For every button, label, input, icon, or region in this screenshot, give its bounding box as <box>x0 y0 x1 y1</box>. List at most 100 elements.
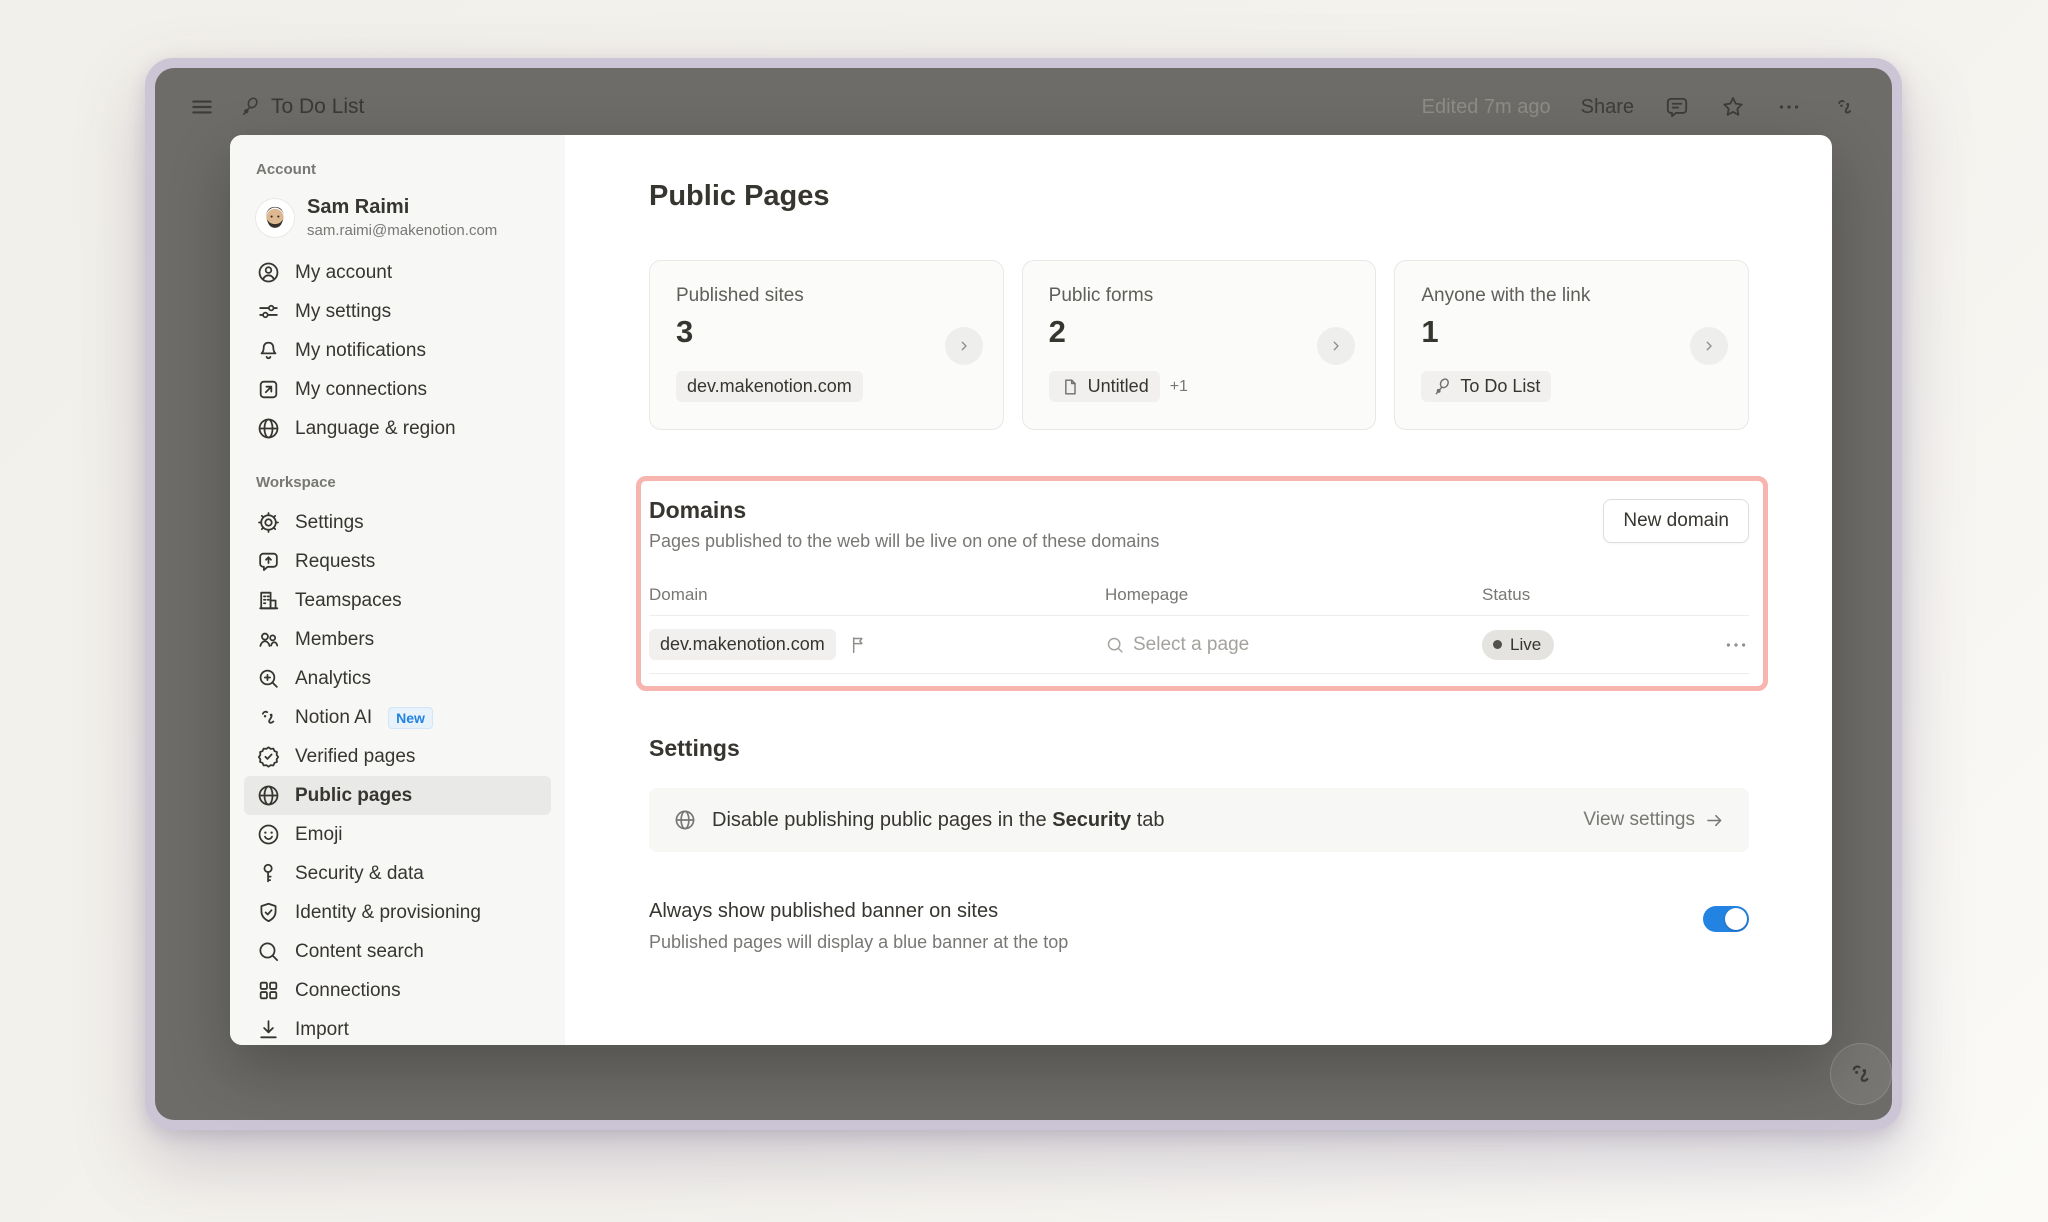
sidebar-item-label: Identity & provisioning <box>295 902 481 924</box>
notion-ai-icon[interactable] <box>1832 94 1858 120</box>
magnify-plus-icon <box>256 666 281 691</box>
avatar <box>256 199 294 237</box>
summary-card: Anyone with the link 1 To Do List <box>1394 260 1749 430</box>
domain-chip[interactable]: dev.makenotion.com <box>649 629 836 660</box>
building-icon <box>256 588 281 613</box>
domains-table-rows: dev.makenotion.comSelect a pageLive <box>649 616 1749 674</box>
notion-ai-floating-button[interactable] <box>1830 1043 1892 1105</box>
security-setting-row: Disable publishing public pages in the S… <box>649 788 1749 852</box>
chat-up-icon <box>256 549 281 574</box>
card-label: Published sites <box>676 285 977 307</box>
sidebar-item-verified-pages[interactable]: Verified pages <box>244 737 551 776</box>
public-pages-panel: Public Pages Published sites 3 dev.makenot… <box>565 135 1832 1045</box>
sidebar-item-label: Analytics <box>295 668 371 690</box>
arrow-up-right-box-icon <box>256 377 281 402</box>
sidebar-item-import[interactable]: Import <box>244 1010 551 1045</box>
domains-section-highlight: Domains Pages published to the web will … <box>636 476 1768 691</box>
grid-icon <box>256 978 281 1003</box>
sidebar-section-account-label: Account <box>244 161 551 178</box>
more-icon[interactable] <box>1776 94 1802 120</box>
user-name: Sam Raimi <box>307 196 497 219</box>
sidebar-item-label: Content search <box>295 941 424 963</box>
card-chevron-button[interactable] <box>945 327 983 365</box>
domains-title: Domains <box>649 497 1159 524</box>
sidebar-item-label: Settings <box>295 512 364 534</box>
sidebar-item-security-data[interactable]: Security & data <box>244 854 551 893</box>
domains-table: Domain Homepage Status dev.makenotion.co… <box>649 574 1749 674</box>
panel-title: Public Pages <box>649 180 1749 213</box>
sidebar-item-members[interactable]: Members <box>244 620 551 659</box>
sidebar-workspace-items: Settings Requests Teamspaces Members Analyti… <box>244 503 551 1045</box>
card-chip[interactable]: Untitled <box>1049 371 1160 402</box>
card-count: 3 <box>676 314 977 350</box>
card-chip[interactable]: To Do List <box>1421 371 1551 402</box>
card-count: 1 <box>1421 314 1722 350</box>
sidebar-item-identity-provisioning[interactable]: Identity & provisioning <box>244 893 551 932</box>
security-setting-text: Disable publishing public pages in the S… <box>712 809 1165 832</box>
key-icon <box>256 861 281 886</box>
sidebar-item-label: Security & data <box>295 863 424 885</box>
new-badge: New <box>388 707 433 729</box>
new-domain-button[interactable]: New domain <box>1603 499 1749 543</box>
sidebar-item-settings[interactable]: Settings <box>244 503 551 542</box>
notion-ai-icon <box>1845 1058 1877 1090</box>
sidebar-item-label: Verified pages <box>295 746 415 768</box>
sidebar-item-label: Connections <box>295 980 401 1002</box>
sidebar-item-my-connections[interactable]: My connections <box>244 370 551 409</box>
sidebar-item-label: Teamspaces <box>295 590 402 612</box>
sidebar-item-label: My notifications <box>295 340 426 362</box>
racket-icon <box>1432 377 1452 397</box>
card-chevron-button[interactable] <box>1690 327 1728 365</box>
hamburger-menu-icon[interactable] <box>189 94 215 120</box>
card-chip-label: To Do List <box>1460 376 1540 397</box>
import-icon <box>256 1017 281 1042</box>
sidebar-item-my-settings[interactable]: My settings <box>244 292 551 331</box>
sidebar-item-label: Emoji <box>295 824 343 846</box>
notion-ai-icon <box>256 705 281 730</box>
banner-toggle[interactable] <box>1703 906 1749 932</box>
summary-card: Public forms2Untitled+1 <box>1022 260 1377 430</box>
sidebar-item-my-notifications[interactable]: My notifications <box>244 331 551 370</box>
row-more-icon[interactable] <box>1723 632 1749 658</box>
sidebar-item-my-account[interactable]: My account <box>244 253 551 292</box>
star-icon[interactable] <box>1720 94 1746 120</box>
share-button[interactable]: Share <box>1581 96 1634 119</box>
sidebar-item-requests[interactable]: Requests <box>244 542 551 581</box>
sidebar-item-label: My settings <box>295 301 391 323</box>
sidebar-item-language-region[interactable]: Language & region <box>244 409 551 448</box>
homepage-select-input[interactable]: Select a page <box>1105 634 1482 656</box>
settings-modal: Account Sam Raimi sam.raimi@makenotion.c… <box>230 135 1832 1045</box>
comment-icon[interactable] <box>1664 94 1690 120</box>
card-label: Anyone with the link <box>1421 285 1722 307</box>
sidebar-item-label: Members <box>295 629 374 651</box>
settings-section-title: Settings <box>649 735 1749 762</box>
sidebar-item-emoji[interactable]: Emoji <box>244 815 551 854</box>
card-label: Public forms <box>1049 285 1350 307</box>
sidebar-item-public-pages[interactable]: Public pages <box>244 776 551 815</box>
sidebar-item-analytics[interactable]: Analytics <box>244 659 551 698</box>
sidebar-item-connections[interactable]: Connections <box>244 971 551 1010</box>
card-chip[interactable]: dev.makenotion.com <box>676 371 863 402</box>
summary-cards: Published sites 3 dev.makenotion.com Public… <box>649 260 1749 430</box>
globe-icon <box>673 808 697 832</box>
sidebar-account-items: My account My settings My notifications My … <box>244 253 551 448</box>
page-title-chip[interactable]: To Do List <box>239 95 364 119</box>
sidebar-user-card[interactable]: Sam Raimi sam.raimi@makenotion.com <box>244 190 551 253</box>
sidebar-item-notion-ai[interactable]: Notion AINew <box>244 698 551 737</box>
card-chevron-button[interactable] <box>1317 327 1355 365</box>
banner-setting-row: Always show published banner on sites Pu… <box>649 900 1749 953</box>
sidebar-item-label: Requests <box>295 551 375 573</box>
sidebar-section-workspace-label: Workspace <box>244 474 551 491</box>
page-title: To Do List <box>271 95 364 119</box>
sidebar-item-label: Public pages <box>295 785 412 807</box>
flag-icon[interactable] <box>848 634 869 655</box>
domain-table-row: dev.makenotion.comSelect a pageLive <box>649 616 1749 674</box>
sidebar-item-content-search[interactable]: Content search <box>244 932 551 971</box>
column-status: Status <box>1482 585 1697 605</box>
sidebar-item-label: Import <box>295 1019 349 1041</box>
view-settings-link[interactable]: View settings <box>1583 809 1725 831</box>
card-chip-label: Untitled <box>1088 376 1149 397</box>
sliders-icon <box>256 299 281 324</box>
sidebar-item-teamspaces[interactable]: Teamspaces <box>244 581 551 620</box>
shield-check-icon <box>256 900 281 925</box>
